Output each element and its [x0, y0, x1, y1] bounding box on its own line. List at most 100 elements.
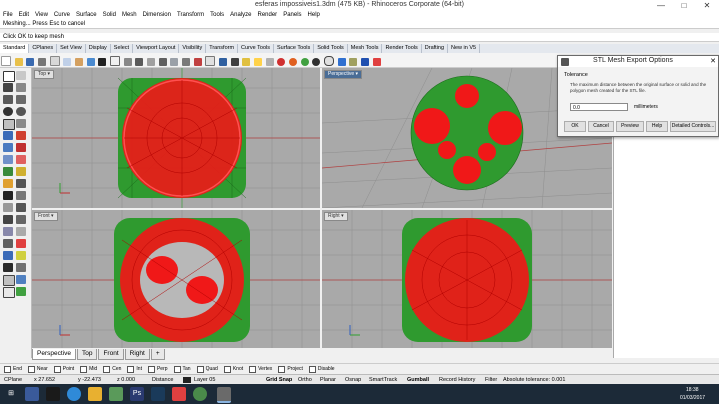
pan-icon[interactable]: [110, 56, 121, 66]
block-icon[interactable]: [3, 263, 13, 272]
menu-curve[interactable]: Curve: [54, 11, 70, 20]
chrome-icon[interactable]: [67, 387, 81, 401]
save-icon[interactable]: [26, 58, 35, 66]
tab-curve-tools[interactable]: Curve Tools: [238, 44, 274, 53]
menu-transform[interactable]: Transform: [177, 11, 204, 20]
viewport-tab-top[interactable]: Top: [76, 349, 98, 360]
mesh-icon[interactable]: [3, 155, 13, 164]
tab-solid-tools[interactable]: Solid Tools: [314, 44, 348, 53]
osnap-perp[interactable]: Perp: [147, 364, 168, 374]
tolerance-input[interactable]: 0.0: [570, 103, 628, 111]
group-icon[interactable]: [16, 263, 26, 272]
media-player-icon[interactable]: [46, 387, 60, 401]
viewport-label-top[interactable]: Top ▾: [34, 70, 54, 79]
osnap-vertex[interactable]: Vertex: [249, 364, 272, 374]
lightroom-icon[interactable]: [151, 387, 165, 401]
layer-icon[interactable]: [337, 58, 346, 66]
tab-drafting[interactable]: Drafting: [422, 44, 449, 53]
osnap-near[interactable]: Near: [27, 364, 48, 374]
lock-icon[interactable]: [265, 58, 274, 66]
menu-tools[interactable]: Tools: [210, 11, 224, 20]
zoom-selected-icon[interactable]: [170, 58, 179, 66]
scale-icon[interactable]: [16, 215, 26, 224]
analyze-icon[interactable]: [3, 251, 13, 260]
folder-icon[interactable]: [88, 387, 102, 401]
zoom-extents-icon[interactable]: [158, 58, 167, 66]
osnap-project[interactable]: Project: [278, 364, 303, 374]
split-icon[interactable]: [3, 191, 13, 200]
rhino-taskbar-icon[interactable]: [217, 387, 231, 403]
point-icon[interactable]: [3, 83, 13, 92]
tab-display[interactable]: Display: [86, 44, 111, 53]
viewport-right[interactable]: Right ▾: [322, 210, 612, 348]
print-icon[interactable]: [38, 58, 47, 66]
copy-tool-icon[interactable]: [16, 203, 26, 212]
move-icon[interactable]: [3, 203, 13, 212]
tab-mesh-tools[interactable]: Mesh Tools: [348, 44, 383, 53]
command-prompt[interactable]: Click OK to keep mesh: [0, 33, 719, 42]
render-tool-icon[interactable]: [16, 251, 26, 260]
help-button[interactable]: Help: [646, 121, 668, 132]
select-arrow-icon[interactable]: [98, 58, 107, 66]
preview-button[interactable]: Preview: [616, 121, 644, 132]
paste-icon[interactable]: [75, 58, 84, 66]
menu-view[interactable]: View: [35, 11, 48, 20]
viewport-front[interactable]: Front ▾: [32, 210, 320, 348]
select-icon[interactable]: [3, 71, 15, 82]
new-file-icon[interactable]: [1, 56, 11, 66]
tab-cplanes[interactable]: CPlanes: [29, 44, 58, 53]
menu-edit[interactable]: Edit: [19, 11, 29, 20]
menu-solid[interactable]: Solid: [103, 11, 116, 20]
open-folder-icon[interactable]: [14, 58, 23, 66]
check-icon[interactable]: [16, 287, 26, 296]
polyline-icon[interactable]: [16, 83, 26, 92]
offset-icon[interactable]: [16, 191, 26, 200]
hide-icon[interactable]: [3, 275, 15, 286]
surface-icon[interactable]: [3, 131, 13, 140]
text-icon[interactable]: [16, 239, 26, 248]
properties-icon[interactable]: [349, 58, 358, 66]
box-icon[interactable]: [3, 143, 13, 152]
osnap-cen[interactable]: Cen: [103, 364, 121, 374]
grid-icon[interactable]: [205, 56, 216, 66]
menu-help[interactable]: Help: [308, 11, 320, 20]
rotate-icon[interactable]: [3, 215, 13, 224]
tab-render-tools[interactable]: Render Tools: [382, 44, 422, 53]
zoom-icon[interactable]: [135, 58, 144, 66]
osnap-tan[interactable]: Tan: [173, 364, 191, 374]
ok-button[interactable]: OK: [564, 121, 586, 132]
undo-view-icon[interactable]: [182, 58, 191, 66]
camera-icon[interactable]: [230, 58, 239, 66]
color-sphere-icon[interactable]: [277, 58, 286, 66]
boolean-icon[interactable]: [16, 155, 26, 164]
menu-mesh[interactable]: Mesh: [122, 11, 137, 20]
curve-icon[interactable]: [3, 95, 13, 104]
file-explorer-icon[interactable]: [25, 387, 39, 401]
polygon-icon[interactable]: [16, 119, 26, 128]
rectangle-icon[interactable]: [3, 119, 15, 130]
tab-new-in-v5[interactable]: New in V5: [448, 44, 481, 53]
lock-tool-icon[interactable]: [3, 287, 15, 298]
detailed-controls-button[interactable]: Detailed Controls...: [670, 121, 716, 132]
show-icon[interactable]: [16, 275, 26, 284]
maximize-button[interactable]: □: [673, 0, 695, 11]
sphere-icon[interactable]: [16, 143, 26, 152]
photoshop-icon[interactable]: Ps: [130, 387, 144, 401]
explode-icon[interactable]: [3, 179, 13, 188]
sun-icon[interactable]: [324, 56, 335, 66]
menu-file[interactable]: File: [3, 11, 13, 20]
tab-standard[interactable]: Standard: [0, 44, 30, 53]
four-view-icon[interactable]: [193, 58, 202, 66]
app-icon[interactable]: [193, 387, 207, 401]
viewport-label-right[interactable]: Right ▾: [324, 212, 348, 221]
close-button[interactable]: ✕: [696, 0, 718, 11]
options-icon[interactable]: [361, 58, 370, 66]
tab-transform[interactable]: Transform: [206, 44, 239, 53]
rendered-view-icon[interactable]: [300, 58, 309, 66]
viewport-tab-right[interactable]: Right: [124, 349, 150, 360]
tab-surface-tools[interactable]: Surface Tools: [274, 44, 315, 53]
osnap-disable[interactable]: Disable: [308, 364, 335, 374]
viewport-top[interactable]: Top ▾: [32, 68, 320, 208]
osnap-knot[interactable]: Knot: [223, 364, 243, 374]
line-icon[interactable]: [16, 95, 26, 104]
